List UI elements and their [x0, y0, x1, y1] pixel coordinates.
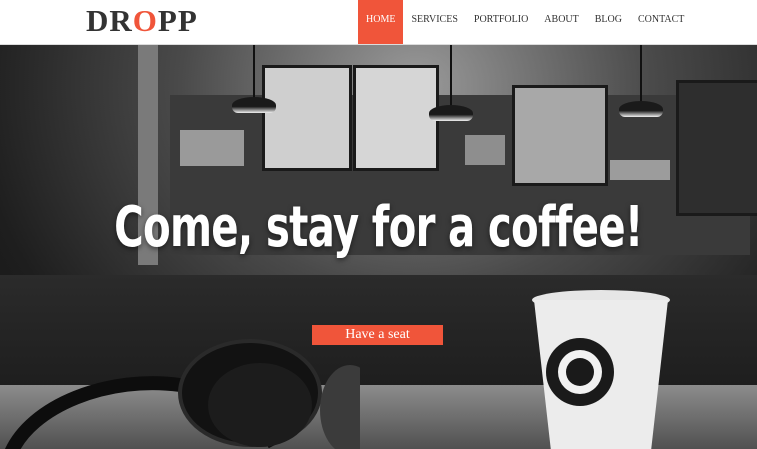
- nav-contact[interactable]: CONTACT: [630, 0, 692, 44]
- pendant-lamp: [619, 101, 663, 117]
- hero-banner: Come, stay for a coffee! Have a seat: [0, 45, 757, 449]
- menu-board: [353, 65, 439, 171]
- nav-portfolio[interactable]: PORTFOLIO: [466, 0, 536, 44]
- pendant-lamp: [232, 97, 276, 113]
- pendant-lamp: [429, 105, 473, 121]
- menu-board: [262, 65, 352, 171]
- nav-services[interactable]: SERVICES: [403, 0, 465, 44]
- headphones-illustration: [5, 339, 360, 449]
- menu-board: [676, 80, 757, 216]
- lamp-cord: [640, 45, 642, 103]
- nav-about[interactable]: ABOUT: [536, 0, 586, 44]
- nav-blog[interactable]: BLOG: [587, 0, 630, 44]
- nav-home[interactable]: HOME: [358, 0, 404, 44]
- bottle-shelf: [180, 130, 244, 166]
- menu-board: [512, 85, 608, 186]
- site-header: DROPP HOME SERVICES PORTFOLIO ABOUT BLOG…: [0, 0, 757, 45]
- cup-shelf: [610, 160, 670, 180]
- coffee-cup-illustration: [532, 290, 670, 449]
- bottle-shelf: [465, 135, 505, 165]
- lamp-cord: [253, 45, 255, 100]
- main-nav: HOME SERVICES PORTFOLIO ABOUT BLOG CONTA…: [358, 0, 692, 44]
- have-a-seat-button[interactable]: Have a seat: [312, 325, 443, 345]
- logo[interactable]: DROPP: [86, 3, 198, 39]
- hero-headline: Come, stay for a coffee!: [114, 195, 643, 260]
- lamp-cord: [450, 45, 452, 107]
